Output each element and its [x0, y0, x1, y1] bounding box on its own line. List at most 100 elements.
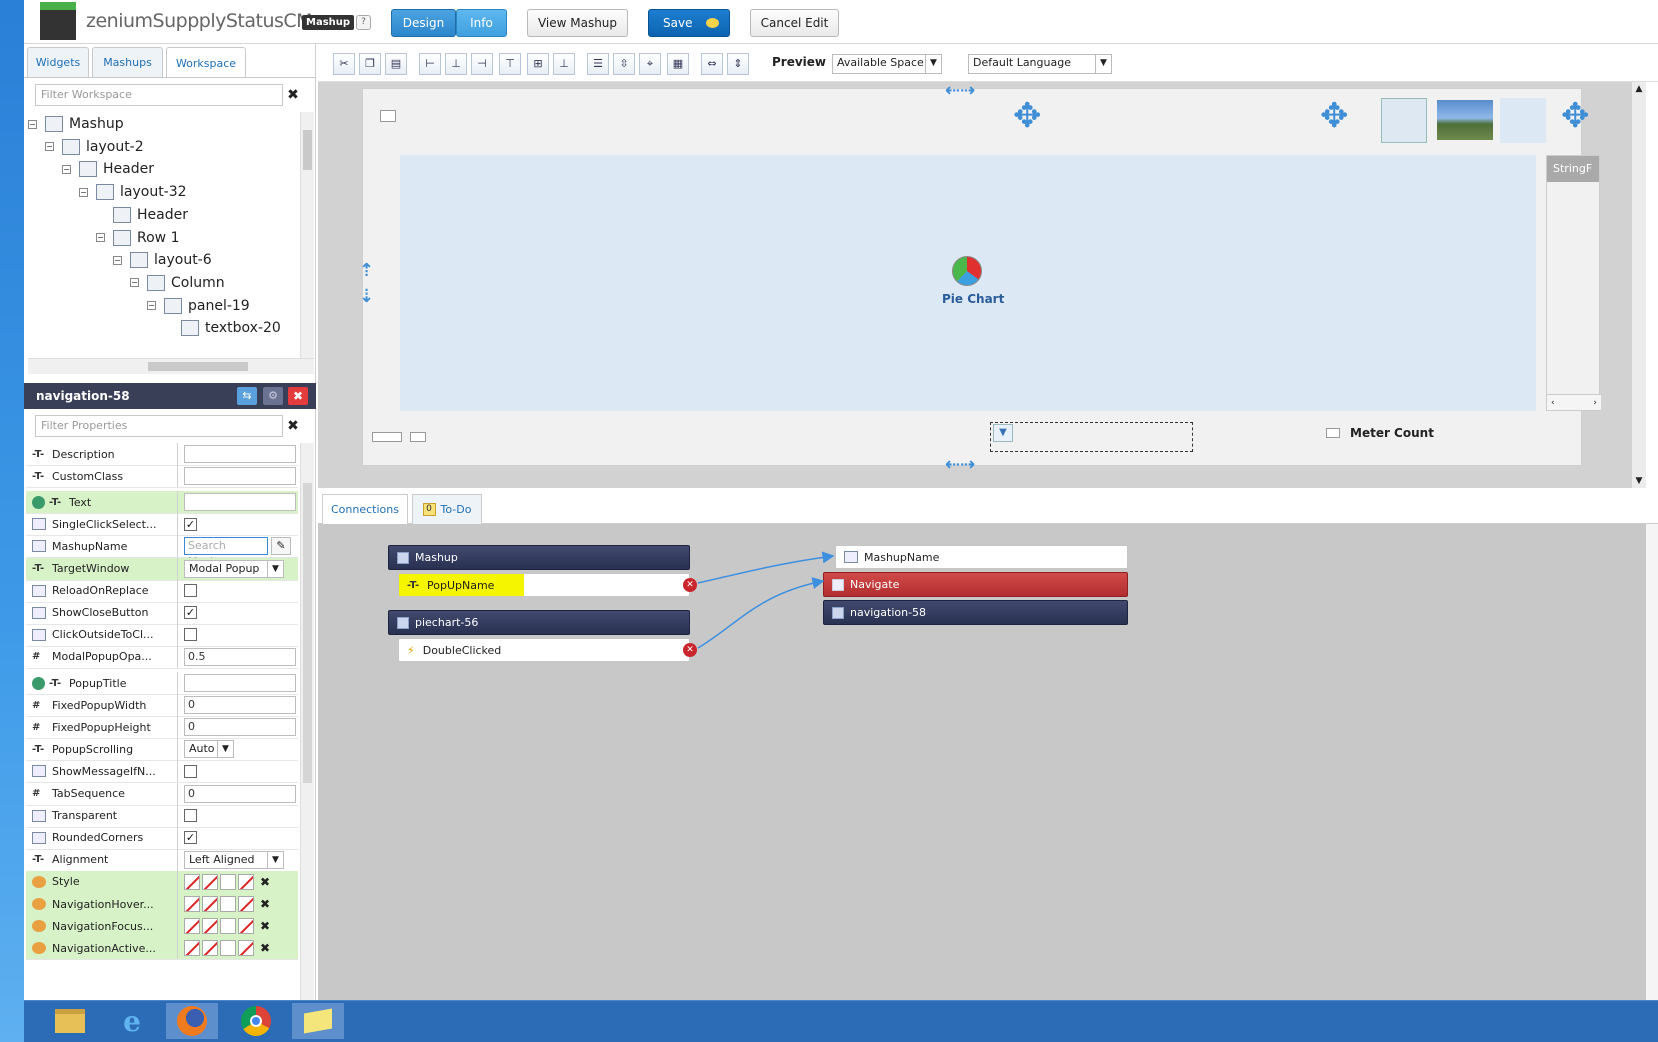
property-text-input[interactable]	[184, 467, 296, 486]
clear-style-icon[interactable]: ✖	[260, 875, 270, 889]
style-swatch[interactable]	[220, 918, 236, 935]
style-swatch[interactable]	[202, 940, 218, 957]
tree-node[interactable]: Header	[28, 203, 188, 227]
style-swatch[interactable]	[202, 918, 218, 935]
tree-scrollbar[interactable]	[300, 112, 314, 358]
move-icon[interactable]: ✥	[1561, 96, 1590, 136]
textbox-widget-icon[interactable]	[380, 110, 396, 122]
localization-globe-icon[interactable]	[32, 676, 45, 690]
property-text-input[interactable]: 0	[184, 696, 296, 715]
move-icon[interactable]: ✥	[1320, 96, 1349, 136]
tab-todo[interactable]: 0 To-Do	[412, 494, 482, 524]
property-checkbox[interactable]	[184, 809, 197, 823]
resize-vertical-icon[interactable]: ⇡ ⇣	[359, 258, 374, 310]
navigation-widget[interactable]: ▼	[990, 422, 1193, 452]
internet-explorer-icon[interactable]: e	[106, 1003, 158, 1039]
textbox-widget-icon[interactable]	[410, 432, 426, 442]
property-checkbox[interactable]: ✓	[184, 606, 197, 620]
property-text-input[interactable]	[184, 493, 296, 512]
design-button[interactable]: Design	[391, 9, 456, 37]
property-checkbox[interactable]	[184, 584, 197, 598]
file-explorer-icon[interactable]	[44, 1003, 96, 1039]
view-mashup-button[interactable]: View Mashup	[527, 9, 628, 37]
tree-node[interactable]: − Row 1	[28, 226, 179, 250]
tree-node[interactable]: − Header	[28, 157, 154, 181]
properties-scrollbar[interactable]	[300, 443, 314, 1000]
clear-style-icon[interactable]: ✖	[260, 919, 270, 933]
style-swatch[interactable]	[238, 918, 254, 935]
clear-properties-filter-icon[interactable]: ✖	[283, 416, 303, 436]
tree-hscroll-thumb[interactable]	[148, 362, 248, 371]
align-center-icon[interactable]: ⊥	[445, 53, 467, 75]
distribute-horizontal-icon[interactable]: ☰	[587, 53, 609, 75]
distribute-vertical-icon[interactable]: ⇳	[613, 53, 635, 75]
property-select[interactable]: Left Aligned ▼	[184, 850, 284, 869]
collapse-toggle-icon[interactable]	[164, 324, 173, 333]
meter-count-label[interactable]: Meter Count	[1350, 426, 1434, 440]
help-icon[interactable]: ?	[356, 15, 371, 30]
property-select[interactable]: Modal Popup ▼	[184, 559, 284, 578]
same-width-icon[interactable]: ⇔	[701, 53, 723, 75]
collapse-toggle-icon[interactable]: −	[45, 142, 54, 152]
mashup-search-input[interactable]: Search Mashup	[184, 537, 268, 568]
style-swatch[interactable]	[220, 940, 236, 957]
info-button[interactable]: Info	[456, 9, 507, 37]
collapse-toggle-icon[interactable]: −	[96, 233, 105, 242]
properties-scroll-thumb[interactable]	[303, 483, 312, 783]
move-icon[interactable]: ✥	[1013, 96, 1042, 136]
tree-node[interactable]: − layout-6	[28, 248, 212, 272]
style-swatch[interactable]	[238, 940, 254, 957]
property-text-input[interactable]	[184, 445, 296, 463]
style-swatch[interactable]	[202, 873, 218, 890]
style-swatch[interactable]	[184, 940, 200, 957]
collapse-toggle-icon[interactable]: −	[79, 187, 88, 197]
clear-style-icon[interactable]: ✖	[260, 897, 270, 911]
preview-size-select[interactable]: Available Space ▼	[832, 54, 942, 74]
align-middle-icon[interactable]: ⊞	[527, 53, 549, 75]
tree-node[interactable]: − Column	[28, 271, 225, 295]
clear-filter-icon[interactable]: ✖	[283, 85, 303, 105]
resize-horizontal-icon[interactable]: ⇠⇢	[945, 454, 975, 475]
grid-icon[interactable]: ▦	[667, 53, 689, 75]
sticky-notes-icon[interactable]	[292, 1003, 344, 1039]
style-swatch[interactable]	[220, 873, 236, 890]
clear-style-icon[interactable]: ✖	[260, 941, 270, 955]
property-text-input[interactable]: 0.5	[184, 647, 296, 666]
tree-hscrollbar[interactable]	[28, 358, 314, 374]
style-swatch[interactable]	[238, 873, 254, 890]
style-swatch[interactable]	[184, 896, 200, 912]
string-widget-scrollbar[interactable]: ‹ ›	[1547, 394, 1601, 410]
tree-node[interactable]: − panel-19	[28, 294, 250, 318]
firefox-icon[interactable]	[166, 1003, 218, 1039]
empty-image-widget[interactable]	[1500, 98, 1546, 143]
collapse-toggle-icon[interactable]: −	[28, 119, 37, 129]
tab-workspace[interactable]: Workspace	[166, 47, 246, 78]
tree-node[interactable]: − Mashup	[28, 112, 124, 136]
property-checkbox[interactable]: ✓	[184, 831, 197, 845]
properties-filter-input[interactable]: Filter Properties	[35, 415, 283, 437]
landscape-image-widget[interactable]	[1437, 100, 1493, 140]
center-icon[interactable]: ⌖	[639, 53, 661, 75]
property-text-input[interactable]: 0	[184, 718, 296, 737]
tree-node[interactable]: − layout-32	[28, 180, 187, 204]
same-height-icon[interactable]: ⇕	[727, 53, 749, 75]
property-text-input[interactable]	[184, 674, 296, 692]
share-icon[interactable]: ⇆	[237, 387, 257, 405]
property-select[interactable]: Auto ▼	[184, 740, 234, 759]
property-text-input[interactable]: 0	[184, 784, 296, 803]
tree-node[interactable]: textbox-20	[28, 316, 281, 340]
workspace-filter-input[interactable]: Filter Workspace	[35, 84, 283, 106]
align-top-icon[interactable]: ⊤	[499, 53, 521, 75]
property-checkbox[interactable]	[184, 764, 197, 778]
layout-widget-icon[interactable]	[372, 432, 402, 442]
canvas-scrollbar[interactable]: ▲ ▼	[1632, 82, 1646, 488]
save-button[interactable]: Save	[648, 9, 730, 37]
collapse-toggle-icon[interactable]: −	[113, 255, 122, 265]
align-bottom-icon[interactable]: ⊥	[553, 53, 575, 75]
paste-icon[interactable]: ▤	[385, 53, 407, 75]
tab-mashups[interactable]: Mashups	[92, 47, 163, 77]
collapse-toggle-icon[interactable]: −	[130, 278, 139, 288]
language-select[interactable]: Default Language ▼	[968, 54, 1112, 74]
gear-icon[interactable]: ⚙	[263, 387, 283, 405]
style-swatch[interactable]	[184, 918, 200, 935]
